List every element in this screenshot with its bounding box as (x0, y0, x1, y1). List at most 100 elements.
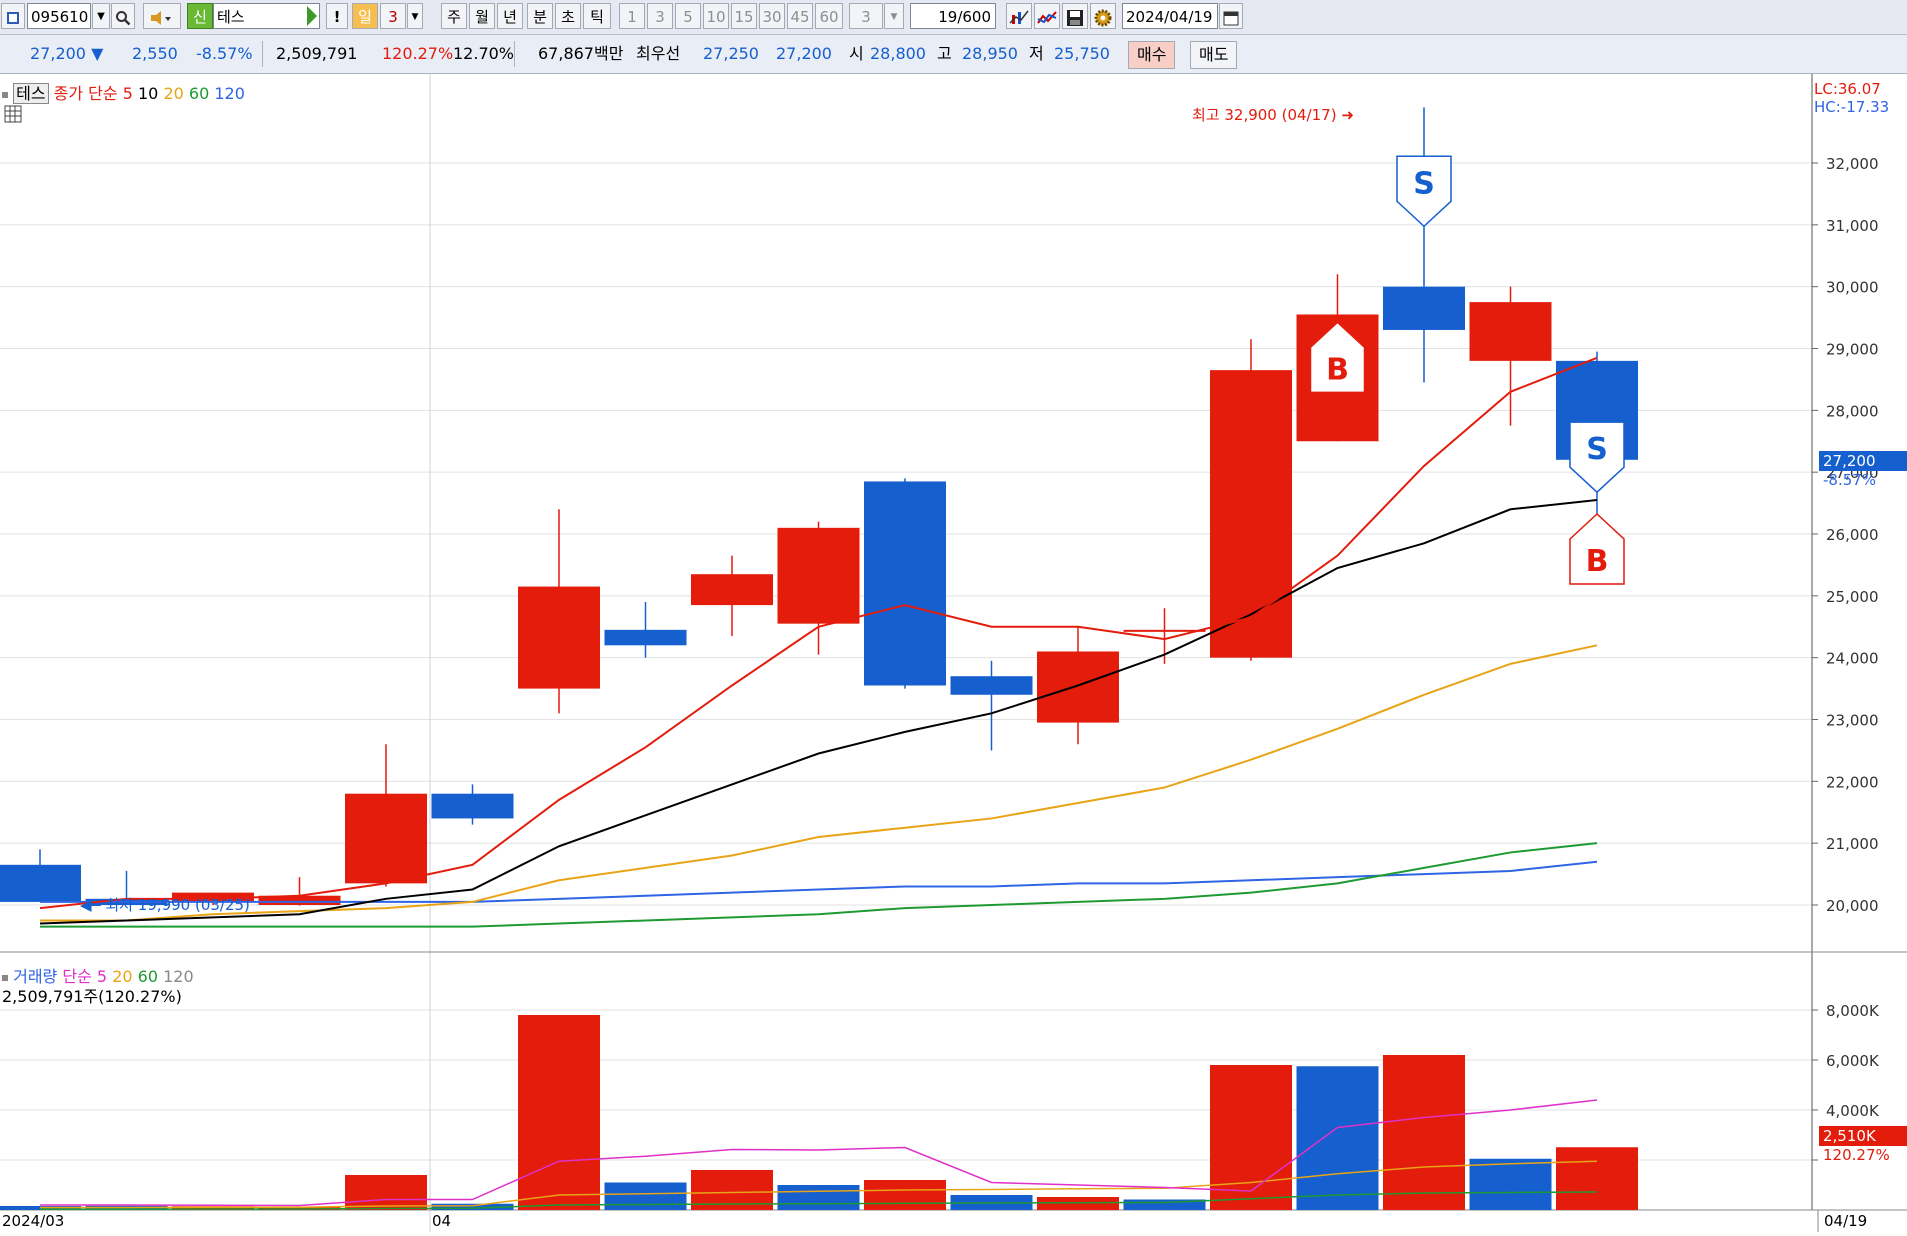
open-label: 시 (849, 44, 864, 63)
legend-stock-name[interactable]: 테스 (13, 83, 49, 104)
candle-body[interactable] (604, 629, 687, 646)
max-arrow-icon: ➜ (1341, 106, 1354, 124)
best-bid-label: 최우선 (636, 44, 681, 63)
save-icon[interactable] (1062, 3, 1088, 29)
volume-tick-label: 4,000K (1826, 1102, 1880, 1120)
buy-button[interactable]: 매수 (1128, 41, 1176, 69)
min-arrow-icon: ◀━ (80, 896, 106, 914)
change-percent: -8.57% (196, 44, 253, 63)
volume-bar[interactable] (604, 1182, 687, 1211)
gear-icon[interactable] (1090, 3, 1116, 29)
search-icon[interactable] (111, 3, 135, 29)
volume-current-text: 2,509,791주(120.27%) (2, 987, 182, 1006)
price-tick-label: 28,000 (1826, 402, 1879, 420)
price-tick-label: 24,000 (1826, 650, 1879, 668)
signal-buy-label: B (1326, 352, 1349, 387)
interval-1-button[interactable]: 1 (619, 3, 645, 29)
change-value: 2,550 (132, 44, 178, 63)
period-week-button[interactable]: 주 (441, 3, 467, 29)
interval-3-button[interactable]: 3 (647, 3, 673, 29)
interval-5-button[interactable]: 5 (675, 3, 701, 29)
multiplier-dropdown-icon[interactable]: ▼ (407, 3, 423, 29)
period-day-button[interactable]: 일 (352, 3, 378, 29)
code-dropdown-icon[interactable]: ▼ (92, 3, 110, 29)
volume-bar[interactable] (1469, 1158, 1552, 1210)
low-label: 저 (1029, 44, 1044, 63)
stock-chart[interactable]: 20,000 21,000 22,000 23,000 24,000 25,000 26,0… (0, 74, 1907, 1232)
interval-45-button[interactable]: 45 (787, 3, 813, 29)
volume-bar[interactable] (1383, 1055, 1465, 1210)
date-field[interactable]: 2024/04/19 (1122, 3, 1218, 29)
candle-body[interactable] (0, 864, 81, 902)
high-value: 28,950 (962, 44, 1018, 63)
interval-30-button[interactable]: 30 (759, 3, 785, 29)
price-info-bar: 27,200 ▼ 2,550 -8.57% 2,509,791 120.27% … (0, 35, 1907, 74)
calendar-icon[interactable] (1219, 3, 1243, 29)
legend-ma20: 20 (163, 84, 184, 103)
volume-tick-label: 6,000K (1826, 1052, 1880, 1070)
alert-icon[interactable]: ! (326, 3, 348, 29)
price-tick-label: 25,000 (1826, 588, 1879, 606)
period-month-button[interactable]: 월 (469, 3, 495, 29)
trade-amount: 67,867백만 (538, 44, 624, 63)
x-axis-label-start: 2024/03 (2, 1212, 65, 1230)
volume-bar[interactable] (1210, 1065, 1292, 1210)
volume-bar[interactable] (777, 1185, 860, 1210)
speaker-icon[interactable] (143, 3, 181, 29)
price-tick-label: 23,000 (1826, 712, 1879, 730)
candle-body[interactable] (777, 527, 860, 624)
interval-60-button[interactable]: 60 (815, 3, 843, 29)
menu-icon[interactable] (1, 3, 25, 29)
count-field[interactable]: 19/600 (910, 3, 996, 29)
candle-body[interactable] (950, 676, 1033, 695)
price-tick-label: 30,000 (1826, 279, 1879, 297)
price-tick-label: 21,000 (1826, 835, 1879, 853)
volume-bar[interactable] (1296, 1066, 1379, 1210)
period-multiplier[interactable]: 3 (380, 3, 406, 29)
stock-code-input[interactable]: 095610 (27, 3, 91, 29)
name-corner-icon (307, 6, 317, 26)
legend-ma120: 120 (214, 84, 245, 103)
price-tick-label: 26,000 (1826, 526, 1879, 544)
current-pct-tag: -8.57% (1823, 471, 1877, 489)
indicator-icon[interactable] (1006, 3, 1032, 29)
candle-body[interactable] (1037, 651, 1119, 723)
sell-button[interactable]: 매도 (1190, 41, 1238, 69)
candle-body[interactable] (1383, 286, 1465, 330)
chart-toolbar: 095610 ▼ 신 테스 ! 일 3 ▼ 주 월 년 분 초 틱 1 3 5 … (0, 0, 1907, 35)
table-toggle-icon[interactable] (4, 105, 22, 123)
volume-bar[interactable] (1556, 1147, 1638, 1210)
period-year-button[interactable]: 년 (497, 3, 523, 29)
period-minute-button[interactable]: 분 (527, 3, 553, 29)
volume-bar[interactable] (518, 1015, 600, 1210)
chart-background (0, 74, 1907, 1232)
volume-bar[interactable] (864, 1180, 946, 1210)
legend-ma5: 5 (122, 84, 133, 103)
candle-body[interactable] (691, 574, 773, 606)
volume-bar[interactable] (345, 1175, 427, 1210)
period-second-button[interactable]: 초 (555, 3, 581, 29)
stock-name-field[interactable]: 테스 (213, 3, 320, 29)
price-tick-label: 31,000 (1826, 217, 1879, 235)
candle-body[interactable] (431, 793, 514, 819)
best-bid-value: 27,200 (776, 44, 832, 63)
volume-legend-bullet-icon (2, 974, 8, 981)
interval-dropdown-icon[interactable]: ▼ (884, 3, 904, 29)
candle-body[interactable] (345, 793, 427, 884)
volume-pct-tag: 120.27% (1823, 1146, 1890, 1164)
period-tick-button[interactable]: 틱 (583, 3, 611, 29)
current-price-tag: 27,200 (1819, 451, 1907, 471)
high-label: 고 (937, 44, 952, 63)
candle-body[interactable] (518, 586, 600, 689)
candle-body[interactable] (1469, 302, 1552, 361)
price-tick-label: 20,000 (1826, 897, 1879, 915)
interval-15-button[interactable]: 15 (731, 3, 757, 29)
interval-10-button[interactable]: 10 (703, 3, 729, 29)
candle-body[interactable] (864, 481, 946, 686)
compare-icon[interactable] (1034, 3, 1060, 29)
volume-value: 2,509,791 (276, 44, 358, 63)
x-axis-label-april: 04 (432, 1212, 452, 1230)
interval-input[interactable]: 3 (849, 3, 883, 29)
chart-area[interactable]: 20,000 21,000 22,000 23,000 24,000 25,000 26,0… (0, 74, 1907, 1232)
signal-sell-label: S (1413, 166, 1435, 201)
